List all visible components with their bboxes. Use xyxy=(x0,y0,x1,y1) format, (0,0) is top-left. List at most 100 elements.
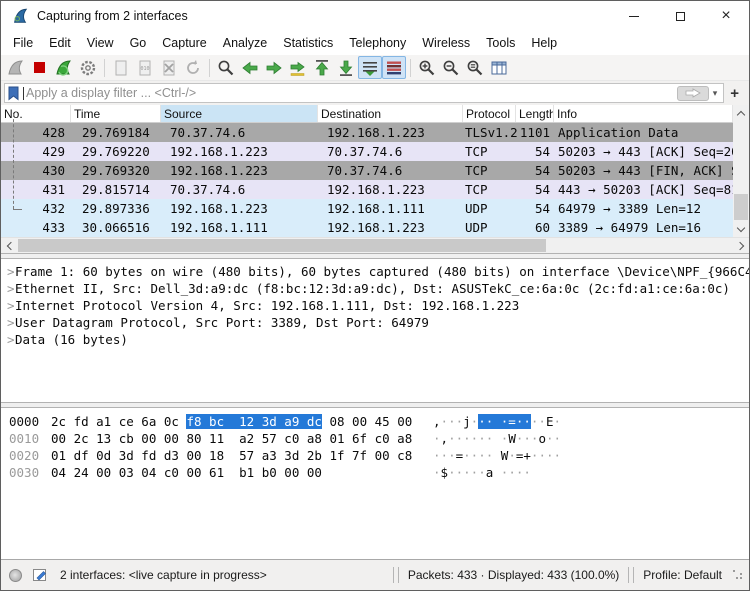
menu-item-view[interactable]: View xyxy=(79,33,122,53)
display-filter-input[interactable]: Apply a display filter ... <Ctrl-/> ▾ xyxy=(4,83,725,103)
scroll-left-button[interactable] xyxy=(1,238,17,254)
zoom-out-button[interactable] xyxy=(439,56,463,79)
packet-row-429[interactable]: 429 29.769220 192.168.1.223 70.37.74.6 TCP 54… xyxy=(1,142,733,161)
detail-line[interactable]: >Ethernet II, Src: Dell_3d:a9:dc (f8:bc:… xyxy=(1,280,749,297)
wireshark-window: Capturing from 2 interfaces × File Edit Vi… xyxy=(0,0,750,591)
vertical-scrollbar[interactable] xyxy=(733,105,749,237)
go-first-button[interactable] xyxy=(310,56,334,79)
menu-item-analyze[interactable]: Analyze xyxy=(215,33,275,53)
menu-item-capture[interactable]: Capture xyxy=(154,33,214,53)
expand-chevron-icon[interactable]: > xyxy=(1,263,15,280)
hex-row[interactable]: 0030 04 24 00 03 04 c0 00 61 b1 b0 00 00 ·… xyxy=(1,464,749,481)
detail-line[interactable]: >Frame 1: 60 bytes on wire (480 bits), 6… xyxy=(1,263,749,280)
expand-chevron-icon[interactable]: > xyxy=(1,297,15,314)
menu-item-tools[interactable]: Tools xyxy=(478,33,523,53)
menu-item-go[interactable]: Go xyxy=(122,33,155,53)
detail-line[interactable]: >User Datagram Protocol, Src Port: 3389,… xyxy=(1,314,749,331)
cell-len: 54 xyxy=(534,182,550,197)
detail-line[interactable]: >Internet Protocol Version 4, Src: 192.1… xyxy=(1,297,749,314)
resize-columns-button[interactable] xyxy=(487,56,511,79)
hex-bytes[interactable]: 01 df 0d 3d fd d3 00 18 57 a3 3d 2b 1f 7… xyxy=(51,447,425,464)
zoom-in-button[interactable] xyxy=(415,56,439,79)
restart-capture-button[interactable] xyxy=(52,56,76,79)
zoom-out-icon xyxy=(443,60,459,75)
horizontal-scrollbar-thumb[interactable] xyxy=(18,239,546,252)
packet-row-430[interactable]: 430 29.769320 192.168.1.223 70.37.74.6 TCP 54… xyxy=(1,161,733,180)
maximize-button[interactable] xyxy=(657,1,703,31)
hex-bytes[interactable]: 2c fd a1 ce 6a 0c f8 bc 12 3d a9 dc 08 0… xyxy=(51,413,425,430)
column-header-protocol[interactable]: Protocol xyxy=(463,105,516,122)
column-header-destination[interactable]: Destination xyxy=(318,105,463,122)
vertical-scrollbar-thumb[interactable] xyxy=(734,194,748,220)
scroll-down-button[interactable] xyxy=(733,221,749,237)
stop-capture-button[interactable] xyxy=(28,56,52,79)
menu-item-wireless[interactable]: Wireless xyxy=(414,33,478,53)
filter-dropdown-caret-icon[interactable]: ▾ xyxy=(711,88,722,99)
go-last-button[interactable] xyxy=(334,56,358,79)
packet-list-rows: 428 29.769184 70.37.74.6 192.168.1.223 TLSv1… xyxy=(1,123,733,237)
hex-row[interactable]: 0010 00 2c 13 cb 00 00 80 11 a2 57 c0 a8 … xyxy=(1,430,749,447)
horizontal-scrollbar[interactable] xyxy=(1,237,749,253)
hex-ascii[interactable]: ·$·····a ···· xyxy=(433,465,531,480)
profile-text[interactable]: Profile: Default xyxy=(643,568,722,582)
expand-chevron-icon[interactable]: > xyxy=(1,280,15,297)
expand-chevron-icon[interactable]: > xyxy=(1,331,15,348)
auto-scroll-button[interactable] xyxy=(358,56,382,79)
menu-bar: File Edit View Go Capture Analyze Statistics Te… xyxy=(1,31,749,55)
hex-row[interactable]: 0020 01 df 0d 3d fd d3 00 18 57 a3 3d 2b … xyxy=(1,447,749,464)
detail-line[interactable]: >Data (16 bytes) xyxy=(1,331,749,348)
apply-filter-button[interactable] xyxy=(676,85,709,101)
packet-row-431[interactable]: 431 29.815714 70.37.74.6 192.168.1.223 TCP 54… xyxy=(1,180,733,199)
hex-ascii[interactable]: ···=···· W·=+···· xyxy=(433,448,561,463)
expand-chevron-icon[interactable]: > xyxy=(1,314,15,331)
find-packet-button[interactable] xyxy=(214,56,238,79)
minimize-button[interactable] xyxy=(611,1,657,31)
cell-info: 50203 → 443 [ACK] Seq=202 xyxy=(558,144,733,159)
go-forward-button[interactable] xyxy=(262,56,286,79)
add-filter-button[interactable]: + xyxy=(724,85,745,102)
zoom-reset-icon xyxy=(467,60,483,75)
capture-options-button[interactable] xyxy=(76,56,100,79)
hex-selected-bytes[interactable]: f8 bc 12 3d a9 dc xyxy=(186,414,322,429)
colorize-button[interactable] xyxy=(382,56,406,79)
hex-bytes[interactable]: 04 24 00 03 04 c0 00 61 b1 b0 00 00 xyxy=(51,464,425,481)
column-header-source[interactable]: Source xyxy=(161,105,318,122)
cell-dst: 192.168.1.223 xyxy=(327,182,425,197)
menu-item-edit[interactable]: Edit xyxy=(41,33,79,53)
filter-bookmark-icon[interactable] xyxy=(7,86,20,101)
packet-row-433[interactable]: 433 30.066516 192.168.1.111 192.168.1.223 UD… xyxy=(1,218,733,237)
menu-item-telephony[interactable]: Telephony xyxy=(341,33,414,53)
ascii-selected-chars[interactable]: ·· ·=·· xyxy=(478,414,531,429)
chevron-down-icon xyxy=(736,223,746,232)
packet-row-428[interactable]: 428 29.769184 70.37.74.6 192.168.1.223 TLSv1… xyxy=(1,123,733,142)
column-header-time[interactable]: Time xyxy=(71,105,161,122)
resize-grip[interactable] xyxy=(733,570,743,580)
scroll-right-button[interactable] xyxy=(733,238,749,254)
cell-no: 430 xyxy=(42,163,65,178)
zoom-reset-button[interactable] xyxy=(463,56,487,79)
hex-offset: 0010 xyxy=(9,431,40,446)
menu-item-statistics[interactable]: Statistics xyxy=(275,33,341,53)
expert-info-icon[interactable] xyxy=(9,568,22,582)
cell-info: 443 → 50203 [ACK] Seq=813 xyxy=(558,182,733,197)
close-button[interactable]: × xyxy=(703,1,749,31)
scroll-up-button[interactable] xyxy=(733,105,749,121)
hex-ascii[interactable]: ,···j··· ·=····E· xyxy=(433,414,561,429)
hex-row[interactable]: 0000 2c fd a1 ce 6a 0c f8 bc 12 3d a9 dc … xyxy=(1,413,749,430)
hex-bytes[interactable]: 00 2c 13 cb 00 00 80 11 a2 57 c0 a8 01 6… xyxy=(51,430,425,447)
column-header-length[interactable]: Length xyxy=(516,105,554,122)
hex-ascii[interactable]: ·,······ ·W···o·· xyxy=(433,431,561,446)
hex-offset: 0020 xyxy=(9,448,40,463)
text-cursor xyxy=(23,86,24,100)
find-packet-icon xyxy=(218,60,234,75)
packet-row-432[interactable]: 432 29.897336 192.168.1.223 192.168.1.111 UD… xyxy=(1,199,733,218)
capture-comment-icon[interactable] xyxy=(32,567,48,583)
go-to-packet-button[interactable] xyxy=(286,56,310,79)
menu-item-file[interactable]: File xyxy=(5,33,41,53)
cell-dst: 70.37.74.6 xyxy=(327,144,403,159)
menu-item-help[interactable]: Help xyxy=(523,33,565,53)
svg-text:010: 010 xyxy=(140,66,149,72)
go-back-button[interactable] xyxy=(238,56,262,79)
column-header-info[interactable]: Info xyxy=(554,105,733,122)
column-header-no[interactable]: No. xyxy=(1,105,71,122)
